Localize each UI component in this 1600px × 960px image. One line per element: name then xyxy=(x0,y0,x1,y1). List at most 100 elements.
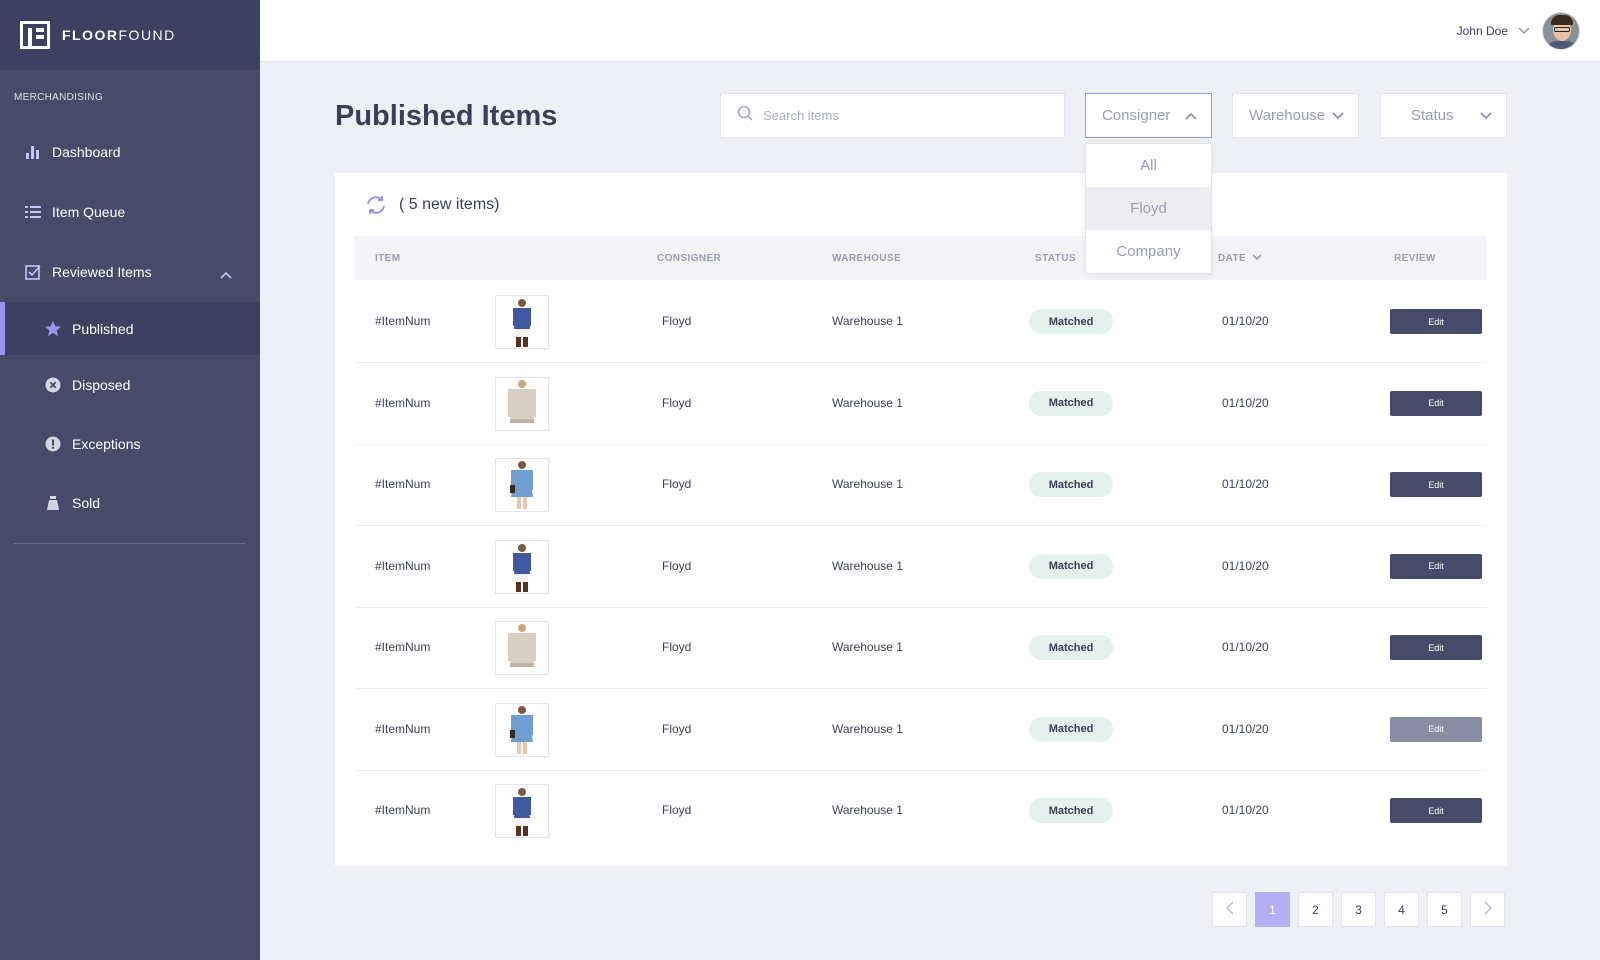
item-thumbnail[interactable] xyxy=(495,295,549,349)
sidebar-subitem-label: Sold xyxy=(72,494,101,511)
sidebar-subitem-exceptions[interactable]: Exceptions xyxy=(0,414,260,473)
table-row[interactable]: #ItemNum Floyd Warehouse 1 Matched 01/10… xyxy=(355,606,1487,689)
sidebar-item-label: Reviewed Items xyxy=(52,264,152,280)
status-badge: Matched xyxy=(1029,390,1113,416)
refresh-icon[interactable] xyxy=(365,195,387,215)
edit-button[interactable]: Edit xyxy=(1390,716,1482,742)
brand-name: FLOORFOUND xyxy=(62,27,176,43)
table-row[interactable]: #ItemNum Floyd Warehouse 1 Matched 01/10… xyxy=(355,443,1487,526)
pagination-page-4[interactable]: 4 xyxy=(1384,892,1419,927)
sidebar-item-item-queue[interactable]: Item Queue xyxy=(0,182,260,242)
sidebar-subitem-label: Disposed xyxy=(72,376,131,393)
item-consigner: Floyd xyxy=(662,721,692,736)
item-warehouse: Warehouse 1 xyxy=(832,477,903,491)
item-thumbnail[interactable] xyxy=(495,376,549,431)
sidebar-item-dashboard[interactable]: Dashboard xyxy=(0,122,260,182)
avatar[interactable] xyxy=(1542,12,1580,50)
table-row[interactable]: #ItemNum Floyd Warehouse 1 Matched 01/10… xyxy=(355,525,1487,608)
item-consigner: Floyd xyxy=(662,477,692,491)
chevron-left-icon xyxy=(1225,901,1234,918)
status-badge: Matched xyxy=(1029,716,1113,742)
item-consigner: Floyd xyxy=(662,640,692,654)
item-number: #ItemNum xyxy=(375,558,431,573)
item-consigner: Floyd xyxy=(662,395,692,410)
warehouse-filter[interactable]: Warehouse xyxy=(1232,93,1359,138)
item-date: 01/10/20 xyxy=(1222,803,1269,817)
brand[interactable]: FLOORFOUND xyxy=(0,0,260,70)
column-header-item[interactable]: ITEM xyxy=(375,253,401,264)
status-filter-label: Status xyxy=(1411,107,1454,124)
chevron-down-icon[interactable] xyxy=(1518,22,1530,40)
user-menu[interactable]: John Doe xyxy=(1457,12,1580,50)
items-card: ( 5 new items) ITEM CONSIGNER WAREHOUSE … xyxy=(335,173,1507,866)
pagination-page-1[interactable]: 1 xyxy=(1255,892,1290,927)
item-warehouse: Warehouse 1 xyxy=(832,640,903,654)
dropdown-option-all[interactable]: All xyxy=(1086,144,1211,187)
item-date: 01/10/20 xyxy=(1222,640,1269,654)
bag-icon xyxy=(44,494,62,512)
new-items-count: ( 5 new items) xyxy=(399,196,500,213)
item-number: #ItemNum xyxy=(375,803,431,817)
item-warehouse: Warehouse 1 xyxy=(832,721,903,736)
column-header-review: REVIEW xyxy=(1394,253,1436,264)
user-name: John Doe xyxy=(1456,24,1508,38)
pagination-next-button[interactable] xyxy=(1470,892,1505,927)
dropdown-option-floyd[interactable]: Floyd xyxy=(1086,187,1211,230)
sidebar-subitem-disposed[interactable]: Disposed xyxy=(0,355,260,414)
item-number: #ItemNum xyxy=(375,314,431,328)
column-header-consigner[interactable]: CONSIGNER xyxy=(657,253,721,264)
chevron-down-icon xyxy=(1332,107,1344,124)
item-date: 01/10/20 xyxy=(1222,558,1269,573)
list-icon xyxy=(24,203,42,221)
sidebar-subitem-sold[interactable]: Sold xyxy=(0,473,260,532)
column-header-warehouse[interactable]: WAREHOUSE xyxy=(832,253,901,264)
consigner-dropdown-menu: All Floyd Company xyxy=(1085,143,1212,274)
edit-button[interactable]: Edit xyxy=(1390,553,1482,579)
edit-button[interactable]: Edit xyxy=(1390,390,1482,416)
search-input[interactable] xyxy=(763,108,1043,123)
table-row[interactable]: #ItemNum Floyd Warehouse 1 Matched 01/10… xyxy=(355,688,1487,771)
refresh-bar[interactable]: ( 5 new items) xyxy=(365,195,499,215)
status-filter[interactable]: Status xyxy=(1380,93,1507,138)
sidebar-item-reviewed-items[interactable]: Reviewed Items xyxy=(0,242,260,302)
search-icon xyxy=(737,105,753,126)
consigner-filter[interactable]: Consigner xyxy=(1085,93,1212,138)
edit-button[interactable]: Edit xyxy=(1390,635,1482,660)
item-warehouse: Warehouse 1 xyxy=(832,395,903,410)
section-label-merchandising: MERCHANDISING xyxy=(14,92,103,103)
pagination-prev-button[interactable] xyxy=(1212,892,1247,927)
table-header: ITEM CONSIGNER WAREHOUSE STATUS DATE REV… xyxy=(355,236,1487,280)
search-box[interactable] xyxy=(720,93,1065,138)
chevron-up-icon[interactable] xyxy=(220,266,232,282)
table-row[interactable]: #ItemNum Floyd Warehouse 1 Matched 01/10… xyxy=(355,769,1487,852)
item-thumbnail[interactable] xyxy=(495,702,549,757)
chevron-down-icon xyxy=(1480,107,1492,124)
pagination-page-5[interactable]: 5 xyxy=(1427,892,1462,927)
item-thumbnail[interactable] xyxy=(495,621,549,675)
sidebar-subitem-label: Published xyxy=(72,320,134,337)
item-date: 01/10/20 xyxy=(1222,477,1269,491)
column-header-status[interactable]: STATUS xyxy=(1035,253,1076,264)
item-number: #ItemNum xyxy=(375,640,431,654)
pagination-page-3[interactable]: 3 xyxy=(1341,892,1376,927)
table-row[interactable]: #ItemNum Floyd Warehouse 1 Matched 01/10… xyxy=(355,362,1487,445)
sidebar-subitem-published[interactable]: Published xyxy=(0,302,260,355)
pagination-page-2[interactable]: 2 xyxy=(1298,892,1333,927)
column-header-date[interactable]: DATE xyxy=(1218,253,1262,264)
consigner-filter-label: Consigner xyxy=(1102,107,1171,124)
item-number: #ItemNum xyxy=(375,721,431,736)
item-consigner: Floyd xyxy=(662,803,692,817)
status-badge: Matched xyxy=(1029,472,1113,497)
edit-button[interactable]: Edit xyxy=(1390,309,1482,334)
chevron-up-icon xyxy=(1185,107,1197,124)
item-date: 01/10/20 xyxy=(1222,395,1269,410)
table-row[interactable]: #ItemNum Floyd Warehouse 1 Matched 01/10… xyxy=(355,280,1487,363)
edit-button[interactable]: Edit xyxy=(1390,798,1482,823)
sidebar-item-label: Dashboard xyxy=(52,144,121,160)
item-thumbnail[interactable] xyxy=(495,784,549,838)
item-thumbnail[interactable] xyxy=(495,458,549,512)
item-thumbnail[interactable] xyxy=(495,539,549,594)
edit-button[interactable]: Edit xyxy=(1390,472,1482,497)
item-warehouse: Warehouse 1 xyxy=(832,314,903,328)
dropdown-option-company[interactable]: Company xyxy=(1086,230,1211,273)
